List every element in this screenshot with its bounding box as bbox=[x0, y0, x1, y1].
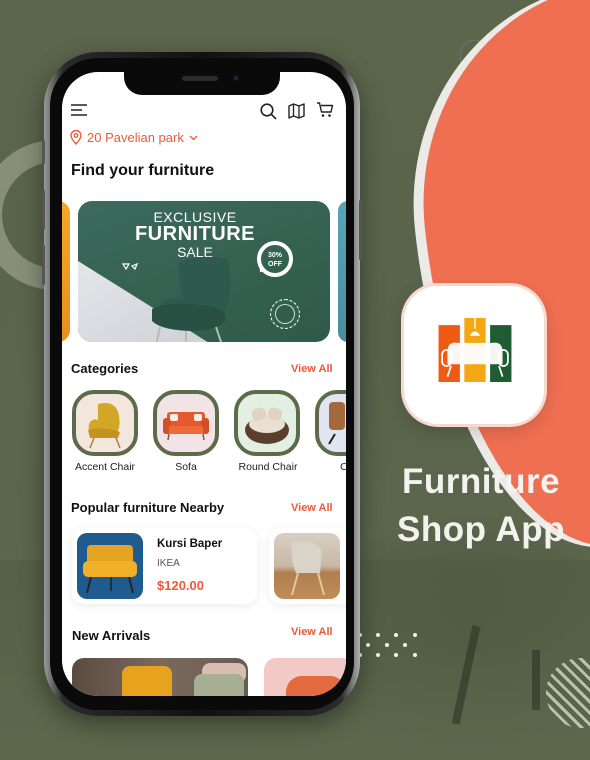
discount-badge: 30% OFF bbox=[257, 241, 293, 277]
new-arrivals-title: New Arrivals bbox=[72, 628, 151, 643]
product-image bbox=[274, 533, 340, 599]
accent-chair-image bbox=[88, 403, 121, 449]
background-chair-leg bbox=[532, 650, 540, 710]
categories-view-all-link[interactable]: View All bbox=[291, 363, 333, 375]
triangle-decor-icon bbox=[122, 263, 138, 271]
round-chair-image bbox=[245, 407, 289, 444]
product-image bbox=[77, 533, 143, 599]
product-card[interactable] bbox=[269, 528, 346, 604]
category-label: Accent Chair bbox=[74, 461, 136, 473]
sofa-image bbox=[163, 412, 209, 441]
new-arrival-card[interactable] bbox=[264, 658, 346, 696]
armchair-image bbox=[152, 256, 231, 342]
product-price: $120.00 bbox=[157, 578, 204, 593]
page-title: Find your furniture bbox=[71, 162, 215, 179]
new-arrivals-view-all-link[interactable]: View All bbox=[291, 626, 333, 638]
popular-title: Popular furniture Nearby bbox=[71, 500, 225, 515]
phone-side-button bbox=[42, 140, 45, 164]
app-icon bbox=[404, 286, 544, 424]
office-chair-image bbox=[328, 402, 345, 445]
chair-orange bbox=[286, 676, 346, 696]
search-icon[interactable] bbox=[260, 103, 277, 120]
product-brand: IKEA bbox=[157, 558, 180, 569]
phone-side-button bbox=[359, 200, 362, 260]
chair-yellow bbox=[122, 666, 172, 696]
circle-decor bbox=[270, 299, 300, 329]
category-round-chair[interactable] bbox=[234, 390, 300, 456]
location-selector[interactable]: 20 Pavelian park bbox=[70, 130, 198, 145]
popular-view-all-link[interactable]: View All bbox=[291, 502, 333, 514]
chair-sage bbox=[194, 674, 244, 696]
front-camera bbox=[232, 74, 240, 82]
banner-line2: FURNITURE bbox=[134, 223, 256, 245]
new-arrival-card[interactable] bbox=[72, 658, 248, 696]
banner-slide-next[interactable] bbox=[338, 201, 346, 342]
promo-title: Furniture Shop App bbox=[386, 458, 576, 554]
promo-title-line1: Furniture bbox=[401, 462, 561, 501]
product-name: Kursi Baper bbox=[157, 538, 223, 550]
promo-title-line2: Shop App bbox=[397, 510, 565, 549]
phone-speaker bbox=[182, 76, 218, 81]
product-card[interactable]: Kursi Baper IKEA $120.00 bbox=[72, 528, 257, 604]
category-label: Sofa bbox=[175, 461, 197, 473]
location-pin-icon bbox=[70, 130, 82, 145]
decorative-dots bbox=[358, 633, 438, 669]
app-screen: 20 Pavelian park Find your furniture EXC… bbox=[62, 72, 346, 696]
banner-slide-sale[interactable]: EXCLUSIVE FURNITURE SALE 30% OFF bbox=[78, 201, 330, 342]
banner-slide-previous[interactable] bbox=[62, 201, 70, 342]
phone-side-button bbox=[42, 190, 45, 230]
discount-percent: 30% bbox=[267, 252, 282, 259]
chevron-down-icon bbox=[189, 135, 198, 140]
hamburger-menu-icon[interactable] bbox=[70, 103, 88, 117]
category-label: Round Chair bbox=[238, 461, 298, 473]
category-sofa[interactable] bbox=[153, 390, 219, 456]
categories-title: Categories bbox=[71, 361, 139, 376]
category-office-chair[interactable] bbox=[315, 390, 346, 456]
category-accent-chair[interactable] bbox=[72, 390, 138, 456]
category-label: Off bbox=[340, 461, 346, 473]
discount-off: OFF bbox=[268, 261, 282, 268]
location-label: 20 Pavelian park bbox=[87, 130, 184, 145]
sofa-logo-icon bbox=[438, 318, 512, 382]
shopping-cart-icon[interactable] bbox=[316, 101, 334, 118]
phone-side-button bbox=[42, 245, 45, 285]
map-icon[interactable] bbox=[288, 103, 305, 119]
